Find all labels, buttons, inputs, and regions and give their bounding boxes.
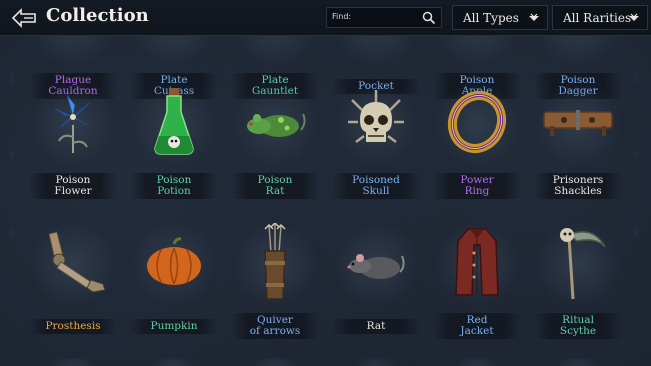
green-rat-icon bbox=[241, 100, 309, 148]
collection-item[interactable]: Red Jacket bbox=[433, 216, 521, 346]
collection-item[interactable]: Pumpkin bbox=[130, 216, 218, 346]
item-name: Poison Potion bbox=[130, 173, 218, 199]
item-art bbox=[130, 36, 218, 67]
item-name: Prosthesis bbox=[29, 319, 117, 334]
wooden-shackles-icon bbox=[540, 102, 616, 146]
item-name: Ritual Scythe bbox=[534, 313, 622, 339]
item-art bbox=[332, 36, 420, 67]
item-art bbox=[433, 81, 521, 167]
item-art bbox=[130, 81, 218, 167]
item-art bbox=[231, 36, 319, 67]
search-box[interactable]: Find: bbox=[326, 7, 442, 28]
collection-item-partial[interactable] bbox=[144, 358, 204, 366]
collection-item[interactable]: Prosthesis bbox=[29, 216, 117, 346]
item-name: Power Ring bbox=[433, 173, 521, 199]
item-halo bbox=[131, 36, 217, 67]
collection-item[interactable]: Power Ring bbox=[433, 76, 521, 206]
red-jacket-icon bbox=[452, 225, 502, 303]
chevron-down-icon bbox=[629, 13, 639, 21]
item-art bbox=[332, 221, 420, 307]
collection-item[interactable]: Poison Flower bbox=[29, 76, 117, 206]
rarity-filter-dropdown[interactable]: All Rarities bbox=[552, 5, 648, 30]
type-filter-label: All Types bbox=[463, 11, 519, 25]
item-art bbox=[231, 81, 319, 167]
gold-ring-icon bbox=[446, 89, 508, 159]
item-art bbox=[534, 36, 622, 67]
type-filter-dropdown[interactable]: All Types bbox=[452, 5, 548, 30]
search-label: Find: bbox=[332, 12, 352, 21]
collection-item-partial[interactable] bbox=[447, 358, 507, 366]
item-art bbox=[534, 81, 622, 167]
collection-item[interactable]: Poison Rat bbox=[231, 76, 319, 206]
collection-item-partial[interactable] bbox=[548, 358, 608, 366]
bone-scythe-icon bbox=[547, 223, 609, 305]
collection-item-partial[interactable] bbox=[43, 358, 103, 366]
item-halo bbox=[535, 36, 621, 67]
item-name: Poisoned Skull bbox=[332, 173, 420, 199]
item-art bbox=[332, 81, 420, 167]
search-input[interactable] bbox=[357, 10, 417, 25]
item-art bbox=[29, 81, 117, 167]
item-name: Red Jacket bbox=[433, 313, 521, 339]
spiked-skull-icon bbox=[344, 86, 408, 162]
item-art bbox=[130, 221, 218, 307]
item-name: Prisoners Shackles bbox=[534, 173, 622, 199]
item-art bbox=[433, 221, 521, 307]
item-halo bbox=[232, 36, 318, 67]
collection-item[interactable]: Ritual Scythe bbox=[534, 216, 622, 346]
search-icon[interactable] bbox=[422, 11, 436, 25]
item-halo bbox=[333, 36, 419, 67]
page-title: Collection bbox=[46, 5, 149, 26]
collection-item-partial[interactable] bbox=[346, 358, 406, 366]
collection-item-partial[interactable] bbox=[245, 358, 305, 366]
collection-item[interactable]: Prisoners Shackles bbox=[534, 76, 622, 206]
back-button[interactable] bbox=[8, 6, 40, 30]
item-halo bbox=[30, 36, 116, 67]
quiver-icon bbox=[255, 221, 295, 305]
rarity-filter-label: All Rarities bbox=[563, 11, 632, 25]
item-name: Poison Flower bbox=[29, 173, 117, 199]
item-halo bbox=[434, 36, 520, 67]
back-arrow-icon bbox=[11, 8, 36, 28]
green-potion-icon bbox=[149, 86, 199, 162]
collection-item[interactable]: Rat bbox=[332, 216, 420, 346]
collection-grid: Plague CauldronPlate CuirassPlate Gauntl… bbox=[0, 36, 651, 366]
item-art bbox=[231, 221, 319, 307]
metal-arm-icon bbox=[35, 226, 111, 302]
item-art bbox=[534, 221, 622, 307]
item-art bbox=[29, 36, 117, 67]
item-name: Pumpkin bbox=[130, 319, 218, 334]
top-bar: Collection Find: All Types All Rarities bbox=[0, 0, 651, 36]
collection-item[interactable]: Quiver of arrows bbox=[231, 216, 319, 346]
chevron-down-icon bbox=[529, 13, 539, 21]
pumpkin-icon bbox=[143, 236, 205, 292]
item-name: Poison Rat bbox=[231, 173, 319, 199]
collection-item[interactable]: Poison Potion bbox=[130, 76, 218, 206]
item-art bbox=[29, 221, 117, 307]
item-name: Rat bbox=[332, 319, 420, 334]
item-name: Quiver of arrows bbox=[231, 313, 319, 339]
collection-item[interactable]: Poisoned Skull bbox=[332, 76, 420, 206]
blue-flower-icon bbox=[45, 87, 101, 161]
item-art bbox=[433, 36, 521, 67]
grey-rat-icon bbox=[344, 240, 408, 288]
